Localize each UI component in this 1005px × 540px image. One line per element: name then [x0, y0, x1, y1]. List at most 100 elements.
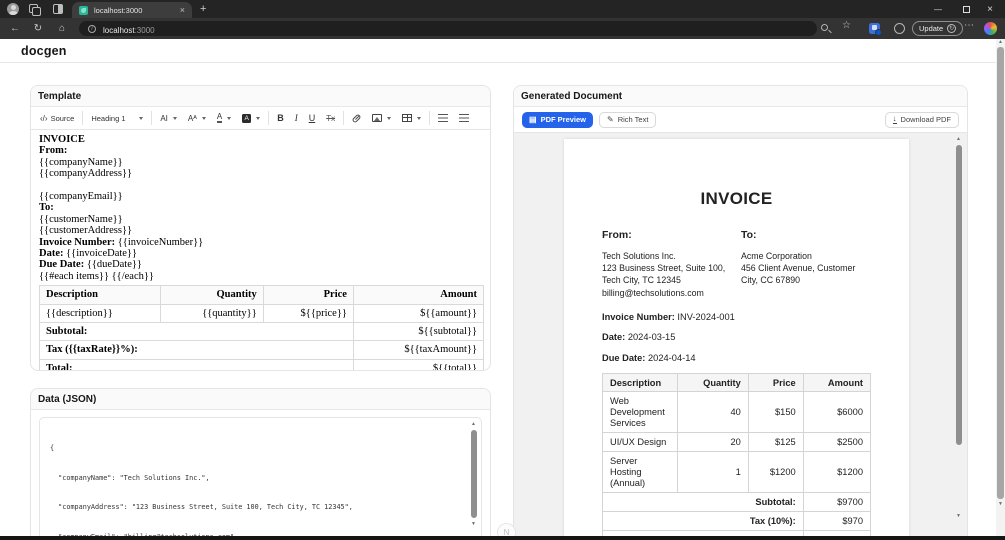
font-size-icon: AI — [160, 113, 168, 123]
back-icon[interactable]: ← — [6, 18, 24, 39]
invoice-meta: Invoice Number: INV-2024-001 Date: 2024-… — [602, 312, 871, 363]
table-dropdown[interactable] — [399, 110, 424, 127]
link-button[interactable] — [349, 110, 364, 127]
browser-avatar-icon[interactable] — [7, 3, 19, 15]
pdf-preview-area[interactable]: INVOICE From: Tech Solutions Inc. 123 Bu… — [514, 133, 967, 539]
generated-document-panel: Generated Document ▤ PDF Preview ✎ Rich Te… — [513, 85, 968, 540]
heading-dropdown[interactable]: Heading 1 — [88, 110, 146, 127]
to-address: 456 Client Avenue, Customer City, CC 678… — [741, 263, 856, 286]
font-background-dropdown[interactable]: A — [239, 110, 263, 127]
table-header-row: Description Quantity Price Amount — [601, 373, 872, 393]
underline-button[interactable]: U — [306, 110, 319, 127]
browser-titlebar: localhost:3000 × + — × — [0, 0, 1005, 18]
tab-pdf-preview[interactable]: ▤ PDF Preview — [522, 111, 593, 128]
from-to-columns: From: Tech Solutions Inc. 123 Business S… — [602, 229, 871, 299]
new-tab-button[interactable]: + — [200, 3, 206, 15]
bold-button[interactable]: B — [274, 110, 287, 127]
source-button[interactable]: ‹/› Source — [37, 110, 77, 127]
chevron-down-icon — [256, 116, 261, 120]
remove-format-button[interactable]: Tx — [323, 110, 338, 127]
window-minimize-button[interactable]: — — [927, 0, 949, 18]
site-info-icon[interactable]: i — [88, 24, 96, 33]
col-quantity: Quantity — [160, 285, 264, 305]
page-scrollbar[interactable]: ▲ ▼ — [996, 39, 1005, 536]
source-label: Source — [50, 113, 75, 123]
edit-pencil-icon: ✎ — [607, 115, 614, 124]
rich-text-label: Rich Text — [617, 115, 649, 124]
scroll-down-icon[interactable]: ▼ — [956, 513, 961, 519]
update-label: Update — [919, 24, 944, 33]
more-menu-icon[interactable]: ⋯ — [964, 20, 974, 31]
json-line: { — [50, 443, 55, 452]
date-label: Date: — [39, 248, 64, 260]
favorites-star-icon[interactable]: ☆ — [842, 20, 851, 31]
generated-tab-bar: ▤ PDF Preview ✎ Rich Text ↓ Download PDF — [514, 107, 967, 133]
tab-rich-text[interactable]: ✎ Rich Text — [599, 111, 657, 128]
from-name: Tech Solutions Inc. — [602, 251, 676, 261]
image-dropdown[interactable] — [369, 110, 394, 127]
window-maximize-button[interactable] — [955, 0, 977, 18]
col-price: Price — [747, 373, 804, 393]
download-icon: ↓ — [892, 114, 897, 124]
bulleted-list-button[interactable] — [435, 110, 451, 127]
browser-tab[interactable]: localhost:3000 × — [72, 2, 192, 18]
json-scrollbar[interactable]: ▲ ▼ — [469, 421, 478, 531]
link-icon — [351, 113, 362, 123]
scroll-down-icon[interactable]: ▼ — [998, 501, 1003, 507]
window-close-button[interactable]: × — [979, 0, 1001, 18]
font-family-dropdown[interactable]: Aᴬ — [185, 110, 209, 127]
download-pdf-button[interactable]: ↓ Download PDF — [884, 111, 959, 128]
tab-actions-icon[interactable] — [53, 4, 63, 14]
font-color-dropdown[interactable]: A — [214, 110, 234, 127]
address-bar[interactable]: i localhost:3000 — [79, 21, 817, 36]
scrollbar-thumb[interactable] — [470, 430, 477, 518]
update-button[interactable]: Update ↻ — [912, 21, 964, 36]
pdf-preview-label: PDF Preview — [540, 115, 586, 124]
scroll-up-icon[interactable]: ▲ — [956, 136, 961, 142]
font-background-icon: A — [242, 113, 252, 123]
json-line: "companyName": "Tech Solutions Inc.", — [50, 473, 210, 482]
tab-close-icon[interactable]: × — [180, 5, 185, 15]
json-editor[interactable]: { "companyName": "Tech Solutions Inc.", … — [39, 417, 482, 539]
italic-button[interactable]: I — [292, 110, 301, 127]
invoice-number-line: Invoice Number: {{invoiceNumber}} — [39, 237, 482, 248]
scrollbar-thumb[interactable] — [997, 47, 1004, 499]
extension-icon-blue[interactable] — [869, 23, 882, 36]
numbered-list-button[interactable] — [456, 110, 472, 127]
template-panel: Template ‹/› Source Heading 1 AI Aᴬ A A B… — [30, 85, 491, 371]
invoice-number-placeholder: {{invoiceNumber}} — [115, 236, 204, 248]
workspaces-icon[interactable] — [29, 4, 41, 16]
invoice-page: INVOICE From: Tech Solutions Inc. 123 Bu… — [564, 139, 909, 539]
col-quantity: Quantity — [677, 373, 749, 393]
from-address: 123 Business Street, Suite 100, Tech Cit… — [602, 263, 726, 286]
editor-toolbar: ‹/› Source Heading 1 AI Aᴬ A A B I U Tx — [31, 107, 490, 130]
chevron-down-icon — [227, 116, 232, 120]
page: docgen Template ‹/› Source Heading 1 AI A… — [0, 39, 996, 540]
taskbar-edge — [0, 536, 1005, 540]
extension-icon-gray[interactable] — [894, 23, 905, 34]
scroll-up-icon[interactable]: ▲ — [998, 39, 1003, 45]
scroll-up-icon[interactable]: ▲ — [471, 421, 476, 427]
preview-scrollbar[interactable]: ▲ ▼ — [954, 136, 963, 538]
template-panel-header: Template — [31, 86, 490, 107]
home-icon[interactable]: ⌂ — [53, 18, 71, 39]
due-date-line: Due Date: {{dueDate}} — [39, 259, 482, 270]
refresh-icon[interactable]: ↻ — [29, 18, 47, 39]
search-icon[interactable] — [821, 24, 828, 31]
customer-name-placeholder: {{customerName}} — [39, 213, 123, 225]
col-amount: Amount — [802, 373, 872, 393]
scroll-down-icon[interactable]: ▼ — [471, 521, 476, 527]
scrollbar-thumb[interactable] — [955, 145, 962, 445]
download-pdf-label: Download PDF — [900, 115, 951, 124]
profile-icon[interactable] — [984, 22, 997, 35]
to-column: To: Acme Corporation 456 Client Avenue, … — [741, 229, 871, 299]
font-size-dropdown[interactable]: AI — [157, 110, 180, 127]
toolbar-separator — [151, 111, 153, 125]
template-editor[interactable]: INVOICE From: {{companyName}} {{companyA… — [31, 130, 490, 370]
col-amount: Amount — [352, 285, 485, 305]
date-value: 2024-03-15 — [625, 332, 676, 343]
generated-panel-title: Generated Document — [521, 90, 623, 102]
invoice-number-label: Invoice Number: — [39, 236, 116, 248]
customer-address-placeholder: {{customerAddress}} — [39, 225, 133, 237]
table-icon — [402, 114, 413, 122]
